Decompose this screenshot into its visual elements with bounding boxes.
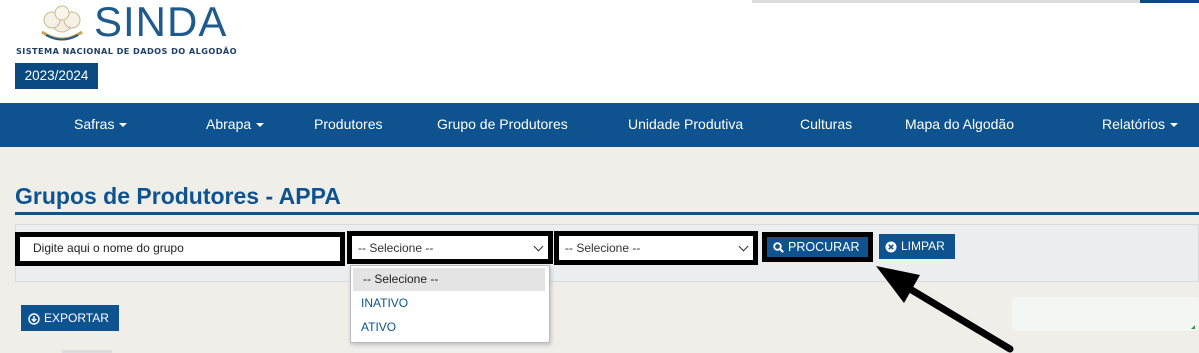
nav-label: Abrapa <box>206 116 252 132</box>
search-button[interactable]: PROCURAR <box>762 232 873 262</box>
site-header: SINDA SISTEMA NACIONAL DE DADOS DO ALGOD… <box>0 0 1199 103</box>
close-circle-icon <box>885 241 897 253</box>
nav-label: Relatórios <box>1102 116 1166 132</box>
group-name-search-input[interactable]: Digite aqui o nome do grupo <box>15 232 345 266</box>
secondary-select[interactable]: -- Selecione -- <box>554 231 758 265</box>
logo-wordmark: SINDA <box>94 0 228 45</box>
chevron-down-icon <box>533 241 544 252</box>
nav-label: Grupo de Produtores <box>437 116 568 132</box>
nav-item-grupo-de-produtores[interactable]: Grupo de Produtores <box>437 103 568 147</box>
caret-down-icon <box>256 123 265 128</box>
status-select-value: -- Selecione -- <box>358 241 434 255</box>
site-logo[interactable]: SINDA SISTEMA NACIONAL DE DADOS DO ALGOD… <box>16 0 276 60</box>
nav-item-safras[interactable]: Safras <box>74 103 128 147</box>
caret-down-icon <box>1170 123 1179 128</box>
export-button[interactable]: EXPORTAR <box>21 305 119 331</box>
secondary-select-value: -- Selecione -- <box>565 241 641 255</box>
nav-label: Produtores <box>314 116 383 132</box>
logo-tagline: SISTEMA NACIONAL DE DADOS DO ALGODÃO <box>16 46 238 56</box>
main-navbar: Safras Abrapa Produtores Grupo de Produt… <box>0 103 1199 147</box>
nav-label: Safras <box>74 116 115 132</box>
season-badge[interactable]: 2023/2024 <box>15 63 98 89</box>
search-placeholder: Digite aqui o nome do grupo <box>33 241 184 255</box>
nav-item-relatorios[interactable]: Relatórios <box>1102 103 1179 147</box>
dropdown-option-selecione[interactable]: -- Selecione -- <box>353 268 545 291</box>
dropdown-option-ativo[interactable]: ATIVO <box>351 316 547 339</box>
arrow-shaft <box>891 276 1014 353</box>
nav-label: Mapa do Algodão <box>905 116 1014 132</box>
chevron-down-icon <box>738 241 749 252</box>
clear-button-label: LIMPAR <box>901 239 945 253</box>
status-dropdown-list: -- Selecione -- INATIVO ATIVO <box>350 265 550 343</box>
nav-label: Unidade Produtiva <box>628 116 744 132</box>
resize-corner-icon <box>1191 325 1195 329</box>
page-title: Grupos de Produtores - APPA <box>15 183 341 209</box>
nav-item-culturas[interactable]: Culturas <box>800 103 852 147</box>
top-search-button[interactable] <box>1140 0 1199 3</box>
export-button-label: EXPORTAR <box>44 311 109 325</box>
search-icon <box>773 242 784 254</box>
download-circle-icon <box>28 313 40 325</box>
results-info-panel <box>1012 297 1199 331</box>
nav-item-produtores[interactable]: Produtores <box>314 103 382 147</box>
dropdown-option-inativo[interactable]: INATIVO <box>351 292 547 315</box>
clear-button[interactable]: LIMPAR <box>879 234 955 259</box>
nav-item-mapa-do-algodao[interactable]: Mapa do Algodão <box>905 103 1014 147</box>
top-search-bar[interactable] <box>752 0 1140 3</box>
nav-label: Culturas <box>800 116 853 132</box>
status-select[interactable]: -- Selecione -- <box>347 231 553 264</box>
cotton-flower-icon <box>41 5 83 41</box>
caret-down-icon <box>119 123 128 128</box>
search-button-label: PROCURAR <box>788 240 860 254</box>
title-divider <box>15 212 1199 215</box>
nav-item-unidade-produtiva[interactable]: Unidade Produtiva <box>628 103 743 147</box>
nav-item-abrapa[interactable]: Abrapa <box>206 103 265 147</box>
